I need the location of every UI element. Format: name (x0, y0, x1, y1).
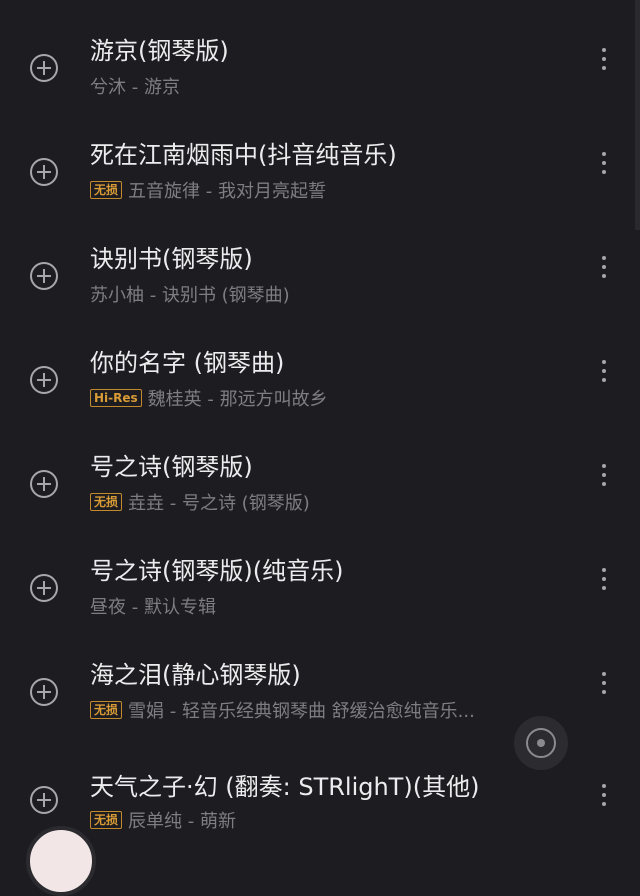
plus-circle-icon[interactable] (30, 678, 58, 706)
song-title: 游京(钢琴版) (90, 37, 229, 65)
quality-badge: 无损 (90, 493, 123, 511)
artist-album: 垚垚 - 号之诗 (钢琴版) (128, 493, 310, 514)
plus-circle-icon[interactable] (30, 574, 58, 602)
song-title: 号之诗(钢琴版)(纯音乐) (90, 557, 344, 585)
plus-circle-icon[interactable] (30, 470, 58, 498)
song-title: 死在江南烟雨中(抖音纯音乐) (90, 141, 397, 169)
artist-album: 昼夜 - 默认专辑 (90, 597, 216, 618)
song-subtitle: Hi-Res 魏桂英 - 那远方叫故乡 (90, 388, 550, 412)
song-subtitle: 无损 雪娟 - 轻音乐经典钢琴曲 舒缓治愈纯音乐... (90, 700, 550, 724)
plus-circle-icon[interactable] (30, 366, 58, 394)
song-title: 号之诗(钢琴版) (90, 453, 253, 481)
song-row[interactable]: 游京(钢琴版) 兮沐 - 游京 (0, 16, 640, 120)
more-vertical-icon[interactable] (594, 252, 614, 282)
artist-album: 五音旋律 - 我对月亮起誓 (128, 181, 326, 202)
plus-circle-icon[interactable] (30, 262, 58, 290)
song-row[interactable]: 号之诗(钢琴版) 无损 垚垚 - 号之诗 (钢琴版) (0, 432, 640, 536)
quality-badge: 无损 (90, 701, 123, 719)
artist-album: 兮沐 - 游京 (90, 77, 180, 98)
artist-album: 辰单纯 - 萌新 (128, 811, 236, 832)
song-row[interactable]: 诀别书(钢琴版) 苏小柚 - 诀别书 (钢琴曲) (0, 224, 640, 328)
more-vertical-icon[interactable] (594, 44, 614, 74)
plus-circle-icon[interactable] (30, 786, 58, 814)
plus-circle-icon[interactable] (30, 54, 58, 82)
locate-button[interactable] (514, 716, 568, 770)
song-subtitle: 无损 垚垚 - 号之诗 (钢琴版) (90, 492, 550, 516)
song-subtitle: 苏小柚 - 诀别书 (钢琴曲) (90, 284, 550, 308)
quality-badge: 无损 (90, 181, 123, 199)
more-vertical-icon[interactable] (594, 148, 614, 178)
song-row[interactable]: 号之诗(钢琴版)(纯音乐) 昼夜 - 默认专辑 (0, 536, 640, 640)
mini-player-avatar[interactable] (26, 826, 96, 896)
song-title: 你的名字 (钢琴曲) (90, 349, 285, 377)
song-subtitle: 昼夜 - 默认专辑 (90, 596, 550, 620)
artist-album: 苏小柚 - 诀别书 (钢琴曲) (90, 285, 290, 306)
quality-badge: Hi-Res (90, 389, 142, 407)
song-subtitle: 兮沐 - 游京 (90, 76, 550, 100)
song-subtitle: 无损 辰单纯 - 萌新 (90, 810, 550, 834)
plus-circle-icon[interactable] (30, 158, 58, 186)
song-row[interactable]: 你的名字 (钢琴曲) Hi-Res 魏桂英 - 那远方叫故乡 (0, 328, 640, 432)
scrollbar[interactable] (635, 0, 640, 230)
song-title: 海之泪(静心钢琴版) (90, 661, 301, 689)
song-row[interactable]: 死在江南烟雨中(抖音纯音乐) 无损 五音旋律 - 我对月亮起誓 (0, 120, 640, 224)
artist-album: 雪娟 - 轻音乐经典钢琴曲 舒缓治愈纯音乐... (128, 701, 475, 722)
artist-album: 魏桂英 - 那远方叫故乡 (147, 389, 328, 410)
more-vertical-icon[interactable] (594, 356, 614, 386)
song-title: 天气之子·幻 (翻奏: STRlighT)(其他) (90, 773, 480, 801)
more-vertical-icon[interactable] (594, 668, 614, 698)
song-title: 诀别书(钢琴版) (90, 245, 253, 273)
more-vertical-icon[interactable] (594, 460, 614, 490)
quality-badge: 无损 (90, 811, 123, 829)
more-vertical-icon[interactable] (594, 780, 614, 810)
more-vertical-icon[interactable] (594, 564, 614, 594)
song-subtitle: 无损 五音旋律 - 我对月亮起誓 (90, 180, 550, 204)
